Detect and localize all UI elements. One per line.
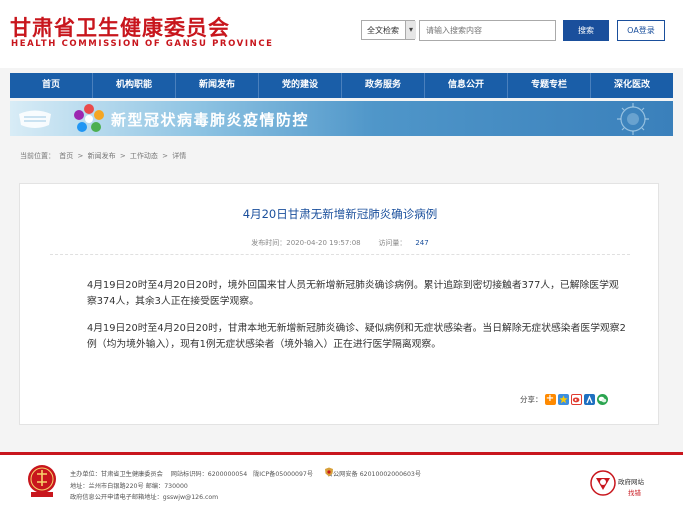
breadcrumb: 当前位置： 首页 > 新闻发布 > 工作动态 > 详情: [20, 151, 188, 161]
gov-site-error-badge[interactable]: 政府网站 找错: [590, 470, 660, 500]
footer-sponsor: 主办单位：甘肃省卫生健康委员会: [70, 471, 163, 478]
epidemic-banner[interactable]: 新型冠状病毒肺炎疫情防控: [10, 101, 673, 136]
breadcrumb-item-news[interactable]: 新闻发布: [88, 152, 116, 160]
site-logo-subtitle: HEALTH COMMISSION OF GANSU PROVINCE: [11, 39, 274, 49]
site-footer: 主办单位：甘肃省卫生健康委员会 网站标识码：6200000054 陇ICP备05…: [0, 452, 683, 529]
footer-icp[interactable]: 陇ICP备05000097号: [253, 471, 313, 478]
chevron-down-icon[interactable]: ▾: [405, 21, 416, 39]
published-time: 2020-04-20 19:57:08: [286, 239, 361, 247]
party-emblem-icon[interactable]: [26, 464, 58, 498]
footer-police-record[interactable]: 甘公网安备 62010002000603号: [327, 471, 421, 478]
share-bar: 分享： +: [520, 394, 608, 405]
nav-item-topics[interactable]: 专题专栏: [508, 73, 591, 98]
nav-item-disclosure[interactable]: 信息公开: [425, 73, 508, 98]
breadcrumb-label: 当前位置：: [20, 152, 55, 160]
nav-item-news[interactable]: 新闻发布: [176, 73, 259, 98]
mask-icon: [19, 110, 51, 128]
views-count: 247: [415, 239, 429, 247]
nav-item-services[interactable]: 政务服务: [342, 73, 425, 98]
breadcrumb-separator: >: [77, 152, 84, 160]
nav-item-home[interactable]: 首页: [10, 73, 93, 98]
published-label: 发布时间：: [251, 239, 287, 247]
meta-divider: [50, 254, 630, 255]
main-nav: 首页 机构职能 新闻发布 党的建设 政务服务 信息公开 专题专栏 深化医改: [10, 73, 673, 98]
article-title: 4月20日甘肃无新增新冠肺炎确诊病例: [242, 207, 438, 221]
breadcrumb-item-detail: 详情: [172, 152, 187, 160]
virus-icon: [617, 103, 649, 135]
share-more-icon[interactable]: +: [544, 394, 556, 405]
nav-item-reform[interactable]: 深化医改: [591, 73, 673, 98]
share-label: 分享：: [520, 395, 543, 404]
page: 甘肃省卫生健康委员会 HEALTH COMMISSION OF GANSU PR…: [0, 0, 683, 529]
badge-title: 政府网站: [618, 478, 644, 486]
footer-site-code: 网站标识码：6200000054: [170, 471, 248, 478]
nav-item-party[interactable]: 党的建设: [259, 73, 342, 98]
footer-line-1: 主办单位：甘肃省卫生健康委员会 网站标识码：6200000054 陇ICP备05…: [70, 469, 421, 478]
breadcrumb-item-work[interactable]: 工作动态: [130, 152, 158, 160]
heart-flower-icon: [74, 104, 104, 132]
site-header: 甘肃省卫生健康委员会 HEALTH COMMISSION OF GANSU PR…: [0, 0, 683, 68]
search-button[interactable]: 搜索: [563, 20, 609, 41]
views-label: 访问量：: [378, 239, 407, 247]
article-meta: 发布时间：2020-04-20 19:57:08 访问量： 247: [20, 238, 660, 248]
breadcrumb-item-home[interactable]: 首页: [59, 152, 73, 160]
share-weibo-icon[interactable]: [570, 394, 582, 405]
article-panel: 4月20日甘肃无新增新冠肺炎确诊病例 发布时间：2020-04-20 19:57…: [19, 183, 659, 425]
breadcrumb-separator: >: [162, 152, 169, 160]
police-badge-icon: [325, 467, 333, 477]
share-renren-icon[interactable]: [583, 394, 595, 405]
oa-login-button[interactable]: OA登录: [617, 20, 665, 41]
article-paragraph: 4月19日20时至4月20日20时，甘肃本地无新增新冠肺炎确诊、疑似病例和无症状…: [87, 323, 626, 350]
share-wechat-icon[interactable]: [596, 394, 608, 405]
footer-email: 政府信息公开申请电子邮箱地址：gsswjw@126.com: [70, 494, 219, 501]
share-qzone-icon[interactable]: [557, 394, 569, 405]
badge-subtitle: 找错: [628, 489, 641, 497]
search-input[interactable]: [419, 20, 556, 41]
banner-title: 新型冠状病毒肺炎疫情防控: [111, 111, 310, 129]
error-report-icon: [590, 470, 616, 496]
nav-item-functions[interactable]: 机构职能: [93, 73, 176, 98]
site-logo-title[interactable]: 甘肃省卫生健康委员会: [10, 12, 230, 42]
breadcrumb-separator: >: [119, 152, 126, 160]
footer-address: 地址：兰州市白银路220号 邮编：730000: [70, 483, 188, 490]
article-paragraph: 4月19日20时至4月20日20时，境外回国来甘人员无新增新冠肺炎确诊病例。累计…: [87, 280, 619, 307]
